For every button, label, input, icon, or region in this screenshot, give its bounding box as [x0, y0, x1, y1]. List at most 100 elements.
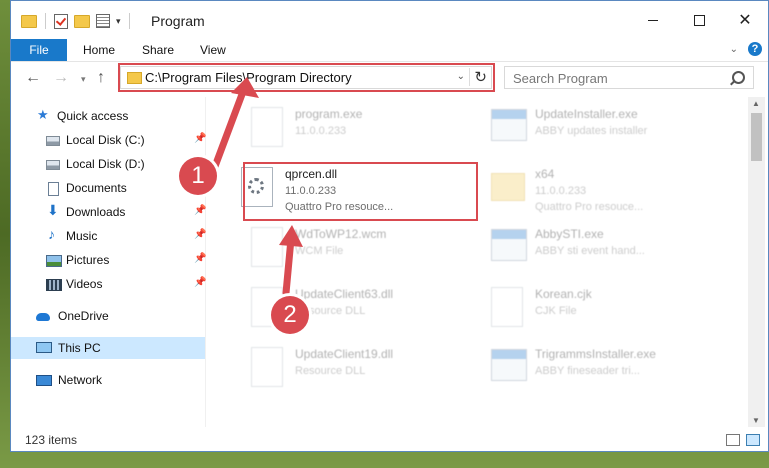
close-button[interactable]: ✕ [722, 1, 768, 39]
music-icon: ♪ [48, 226, 55, 242]
tab-view[interactable]: View [188, 39, 238, 61]
program-icon [251, 107, 283, 147]
callout-1: 1 [179, 157, 217, 195]
sidebar-item-label: Local Disk (D:) [66, 157, 145, 171]
gear-icon [248, 178, 264, 194]
file-icon [491, 287, 523, 327]
sidebar-item-label: Documents [66, 181, 127, 195]
vertical-scrollbar[interactable]: ▲ ▼ [748, 97, 765, 427]
sidebar-item-music[interactable]: ♪ Music 📌 [11, 225, 206, 247]
search-icon[interactable] [732, 71, 745, 84]
refresh-icon[interactable]: ↻ [469, 68, 487, 86]
file-name: UpdateClient19.dll [295, 347, 394, 361]
list-item[interactable]: AbbySTI.exe ABBY sti event hand... [481, 221, 721, 279]
scroll-down-icon[interactable]: ▼ [752, 416, 760, 425]
file-meta: WCM File [295, 245, 344, 257]
sidebar-item-onedrive[interactable]: OneDrive [11, 305, 205, 327]
file-name: x64 [535, 167, 555, 181]
list-item[interactable]: UpdateInstaller.exe ABBY updates install… [481, 101, 721, 159]
sidebar-item-quick-access[interactable]: ★ Quick access [11, 105, 205, 127]
expand-ribbon-chevron-icon[interactable]: ⌄ [730, 44, 738, 55]
list-properties-icon[interactable] [96, 14, 110, 28]
scroll-up-icon[interactable]: ▲ [752, 99, 760, 108]
sidebar-item-label: Quick access [57, 109, 129, 123]
title-bar: ▾ Program ✕ [11, 1, 768, 39]
file-name: UpdateInstaller.exe [535, 107, 638, 121]
sidebar-item-label: Pictures [66, 253, 110, 267]
file-name: AbbySTI.exe [535, 227, 604, 241]
tab-share[interactable]: Share [130, 39, 186, 61]
tiles-view-icon[interactable] [746, 434, 760, 446]
file-meta: 11.0.0.233 [535, 185, 587, 197]
sidebar-item-videos[interactable]: Videos 📌 [11, 273, 207, 295]
sidebar-item-network[interactable]: Network [11, 369, 205, 391]
file-meta: ABBY updates installer [535, 125, 648, 137]
ribbon-right-controls: ⌄ ? [730, 42, 762, 56]
back-arrow-icon[interactable]: ← [25, 69, 41, 87]
list-item[interactable]: UpdateClient19.dll Resource DLL [241, 341, 481, 399]
list-item[interactable]: Korean.cjk CJK File [481, 281, 721, 339]
status-bar: 123 items [11, 429, 768, 451]
sidebar-item-documents[interactable]: Documents 📌 [11, 177, 206, 199]
sidebar-item-this-pc[interactable]: This PC [11, 337, 205, 359]
new-folder-icon[interactable] [74, 14, 90, 28]
file-icon [251, 227, 283, 267]
pin-icon: 📌 [194, 277, 207, 288]
sidebar-item-label: OneDrive [58, 309, 109, 323]
file-meta: Quattro Pro resouce... [535, 201, 644, 213]
sidebar-item-pictures[interactable]: Pictures 📌 [11, 249, 207, 271]
sidebar-item-label: Videos [66, 277, 103, 291]
file-name: qprcen.dll [285, 167, 338, 181]
list-item[interactable]: WdToWP12.wcm WCM File [241, 221, 481, 279]
properties-check-icon[interactable] [54, 13, 68, 29]
divider [45, 13, 46, 29]
cloud-icon [36, 313, 50, 321]
file-name: program.exe [295, 107, 363, 121]
download-icon: ⬇ [47, 202, 59, 218]
file-meta: Resource DLL [295, 365, 366, 377]
address-bar[interactable]: C:\Program Files\Program Directory ⌄ ↻ [120, 66, 492, 89]
divider [128, 13, 130, 29]
sidebar-item-downloads[interactable]: ⬇ Downloads 📌 [11, 201, 206, 223]
search-placeholder: Search Program [513, 71, 608, 86]
tab-file[interactable]: File [11, 39, 67, 61]
tab-home[interactable]: Home [71, 39, 127, 61]
minimize-button[interactable] [630, 1, 676, 39]
sidebar-item-local-disk-c[interactable]: Local Disk (C:) 📌 [11, 129, 207, 151]
list-item[interactable]: x64 11.0.0.233 Quattro Pro resouce... [481, 161, 721, 219]
forward-arrow-icon[interactable]: → [53, 69, 69, 87]
scroll-thumb[interactable] [751, 113, 762, 161]
recent-locations-chevron-icon[interactable]: ▾ [81, 74, 86, 85]
file-meta: CJK File [535, 305, 577, 317]
pin-icon: 📌 [194, 133, 207, 144]
window-title: Program [151, 13, 205, 29]
list-item[interactable]: TrigrammsInstaller.exe ABBY fineseader t… [481, 341, 721, 399]
navigation-bar: ← → ▾ ↑ C:\Program Files\Program Directo… [11, 62, 768, 94]
list-item-qprcen-dll[interactable]: qprcen.dll 11.0.0.233 Quattro Pro resouc… [231, 161, 471, 219]
disk-icon [46, 136, 60, 146]
exe-icon [491, 229, 527, 261]
sidebar-item-local-disk-d[interactable]: Local Disk (D:) [11, 153, 205, 175]
list-item[interactable]: program.exe 11.0.0.233 [241, 101, 481, 159]
maximize-button[interactable] [676, 1, 722, 39]
address-path[interactable]: C:\Program Files\Program Directory [145, 70, 352, 85]
view-toggle [726, 434, 760, 446]
dll-icon [241, 167, 273, 207]
details-view-icon[interactable] [726, 434, 740, 446]
callout-2: 2 [271, 296, 309, 334]
file-description: Quattro Pro resouce... [285, 201, 394, 213]
file-meta: ABBY fineseader tri... [535, 365, 640, 377]
explorer-window: ▾ Program ✕ File Home Share View ⌄ ? ← →… [10, 0, 769, 452]
file-version: 11.0.0.233 [285, 185, 337, 197]
search-input[interactable]: Search Program [504, 66, 754, 89]
computer-icon [36, 342, 52, 353]
pin-icon: 📌 [194, 253, 207, 264]
help-icon[interactable]: ? [748, 42, 762, 56]
customize-toolbar-chevron-icon[interactable]: ▾ [116, 16, 121, 27]
exe-icon [491, 349, 527, 381]
file-meta: 11.0.0.233 [295, 125, 347, 137]
folder-icon [491, 173, 525, 201]
pictures-icon [46, 255, 62, 267]
address-dropdown-chevron-icon[interactable]: ⌄ [457, 71, 465, 82]
up-arrow-icon[interactable]: ↑ [97, 69, 105, 87]
